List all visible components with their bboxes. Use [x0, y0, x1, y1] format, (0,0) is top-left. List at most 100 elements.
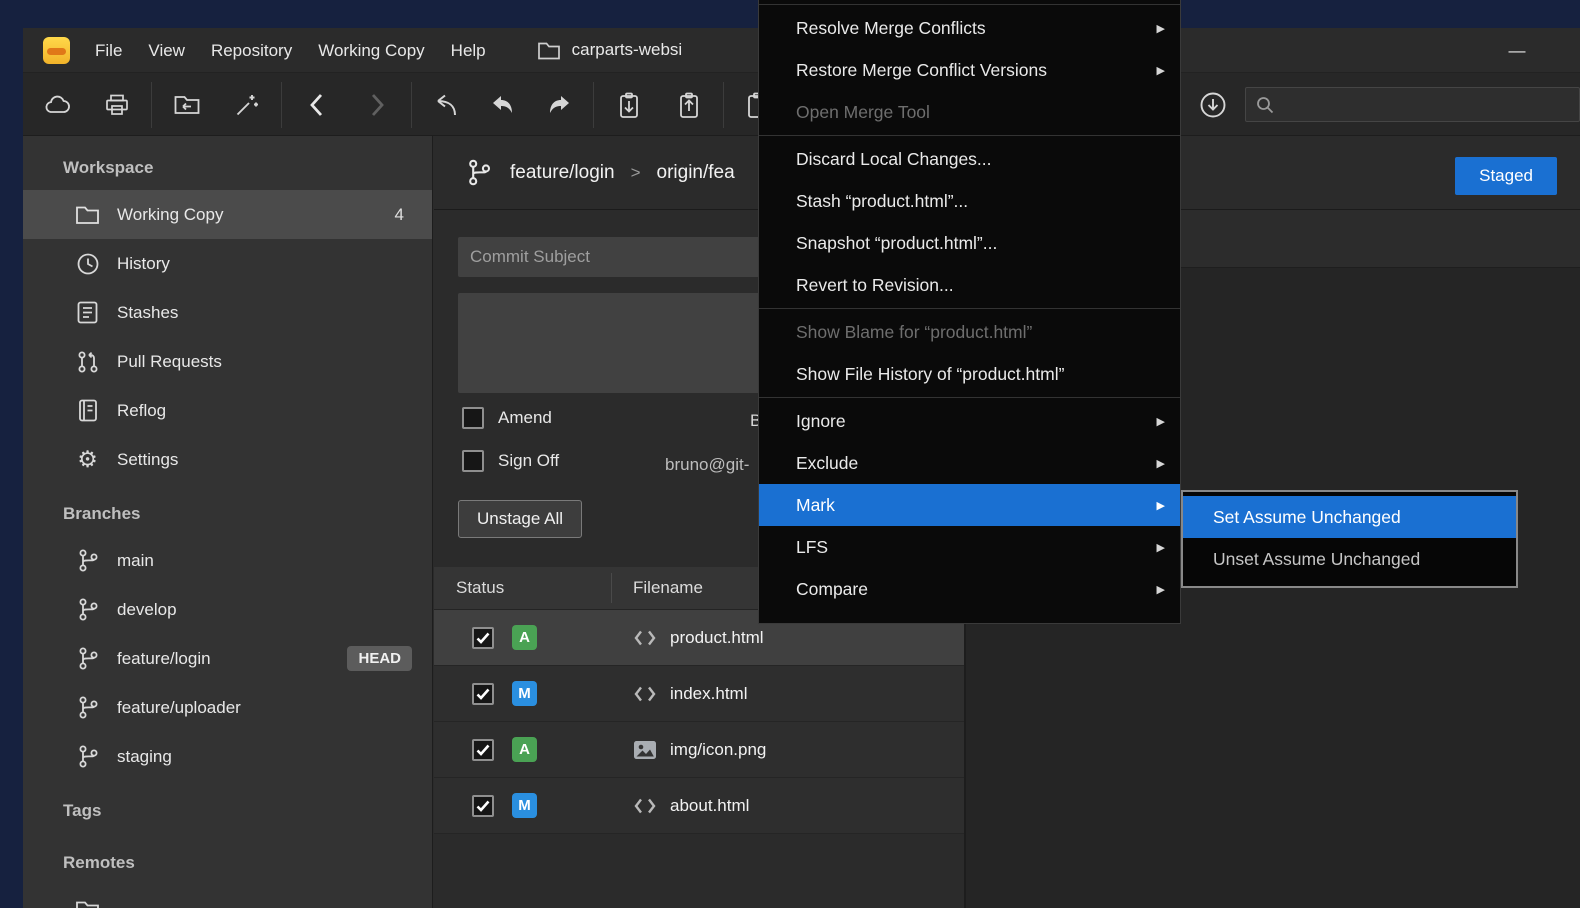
toolbar-separator	[151, 82, 152, 128]
menu-item-open-merge-tool: Open Merge Tool	[759, 91, 1180, 133]
submenu-item-set-assume-unchanged[interactable]: Set Assume Unchanged	[1183, 496, 1516, 538]
search-input[interactable]	[1282, 96, 1552, 114]
amend-label: Amend	[498, 408, 552, 428]
sidebar-item-branch-staging[interactable]: staging	[23, 732, 432, 781]
branch-icon	[75, 744, 100, 769]
search-box[interactable]	[1245, 87, 1580, 122]
sidebar-item-branch-feature-uploader[interactable]: feature/uploader	[23, 683, 432, 732]
amend-checkbox[interactable]	[462, 407, 484, 429]
upstream-branch-label: origin/fea	[657, 162, 735, 184]
sidebar-item-branch-develop[interactable]: develop	[23, 585, 432, 634]
menu-view[interactable]: View	[135, 28, 198, 73]
section-tags: Tags	[23, 789, 432, 833]
submenu-arrow-icon: ▶	[1157, 541, 1165, 554]
sidebar-item-branch-main[interactable]: main	[23, 536, 432, 585]
sidebar: Workspace Working Copy 4 History Stashes	[23, 136, 433, 908]
filename: img/icon.png	[670, 740, 766, 760]
menu-item-lfs[interactable]: LFS ▶	[759, 526, 1180, 568]
clipboard-push-icon[interactable]	[661, 80, 717, 130]
context-menu: Resolve Merge Conflicts ▶ Restore Merge …	[758, 0, 1181, 624]
download-icon[interactable]	[1185, 80, 1241, 130]
column-filename: Filename	[611, 578, 703, 598]
sidebar-item-label: Settings	[117, 450, 178, 470]
menu-repository[interactable]: Repository	[198, 28, 305, 73]
sidebar-item-label: Stashes	[117, 303, 178, 323]
menu-help[interactable]: Help	[438, 28, 499, 73]
menu-working-copy[interactable]: Working Copy	[305, 28, 437, 73]
repo-tab[interactable]: carparts-websi	[537, 38, 683, 63]
sidebar-item-label: Working Copy	[117, 205, 223, 225]
table-row[interactable]: M about.html	[434, 778, 964, 834]
sign-off-checkbox[interactable]	[462, 450, 484, 472]
clipboard-pull-icon[interactable]	[601, 80, 657, 130]
menu-file[interactable]: File	[82, 28, 135, 73]
redo-arrow-icon[interactable]	[531, 80, 587, 130]
filename: product.html	[670, 628, 764, 648]
menu-item-show-file-history[interactable]: Show File History of “product.html”	[759, 353, 1180, 395]
menu-item-restore-merge-conflict-versions[interactable]: Restore Merge Conflict Versions ▶	[759, 49, 1180, 91]
minimize-button[interactable]: —	[1494, 28, 1540, 73]
app-icon	[43, 37, 70, 64]
menu-separator	[759, 308, 1180, 309]
branch-icon	[75, 548, 100, 573]
working-copy-count-badge: 4	[395, 205, 404, 225]
file-checkbox[interactable]	[472, 795, 494, 817]
menu-item-resolve-merge-conflicts[interactable]: Resolve Merge Conflicts ▶	[759, 7, 1180, 49]
menu-item-snapshot-file[interactable]: Snapshot “product.html”...	[759, 222, 1180, 264]
folder-icon	[75, 897, 100, 908]
sidebar-item-working-copy[interactable]: Working Copy 4	[23, 190, 432, 239]
staged-button[interactable]: Staged	[1455, 157, 1557, 195]
sidebar-item-reflog[interactable]: Reflog	[23, 386, 432, 435]
submenu-arrow-icon: ▶	[1157, 64, 1165, 77]
menu-separator	[759, 397, 1180, 398]
menu-item-ignore[interactable]: Ignore ▶	[759, 400, 1180, 442]
code-file-icon	[633, 684, 657, 704]
menu-item-revert-to-revision[interactable]: Revert to Revision...	[759, 264, 1180, 306]
branch-icon	[75, 695, 100, 720]
status-badge: M	[512, 793, 537, 818]
gear-icon: ⚙	[75, 447, 100, 472]
branch-icon	[75, 646, 100, 671]
sidebar-item-history[interactable]: History	[23, 239, 432, 288]
submenu-arrow-icon: ▶	[1157, 583, 1165, 596]
sign-off-label: Sign Off	[498, 451, 559, 471]
file-checkbox[interactable]	[472, 739, 494, 761]
sidebar-item-label: Pull Requests	[117, 352, 222, 372]
checkout-arrow-icon[interactable]	[419, 80, 475, 130]
toolbar-separator	[411, 82, 412, 128]
sidebar-item-remote-partial[interactable]	[23, 885, 432, 908]
column-status: Status	[434, 578, 611, 598]
menu-item-compare[interactable]: Compare ▶	[759, 568, 1180, 610]
printer-icon[interactable]	[89, 80, 145, 130]
branch-icon	[464, 158, 494, 188]
breadcrumb-chevron: >	[631, 163, 641, 183]
sidebar-item-branch-feature-login[interactable]: feature/login HEAD	[23, 634, 432, 683]
file-checkbox[interactable]	[472, 683, 494, 705]
sign-off-row: Sign Off	[462, 450, 559, 472]
table-row[interactable]: M index.html	[434, 666, 964, 722]
sidebar-item-settings[interactable]: ⚙ Settings	[23, 435, 432, 484]
sidebar-item-stashes[interactable]: Stashes	[23, 288, 432, 337]
menu-item-stash-file[interactable]: Stash “product.html”...	[759, 180, 1180, 222]
sidebar-item-label: feature/login	[117, 649, 211, 669]
table-row[interactable]: A img/icon.png	[434, 722, 964, 778]
nav-forward-icon[interactable]	[349, 80, 405, 130]
mark-submenu: Set Assume Unchanged Unset Assume Unchan…	[1181, 490, 1518, 588]
menu-item-discard-local-changes[interactable]: Discard Local Changes...	[759, 138, 1180, 180]
submenu-item-unset-assume-unchanged[interactable]: Unset Assume Unchanged	[1183, 538, 1516, 580]
menu-separator	[759, 135, 1180, 136]
sidebar-item-label: feature/uploader	[117, 698, 241, 718]
unstage-all-button[interactable]: Unstage All	[458, 500, 582, 538]
head-badge: HEAD	[347, 646, 412, 671]
file-checkbox[interactable]	[472, 627, 494, 649]
sidebar-item-pull-requests[interactable]: Pull Requests	[23, 337, 432, 386]
folder-icon	[537, 38, 562, 63]
cloud-icon[interactable]	[29, 80, 85, 130]
sidebar-item-label: staging	[117, 747, 172, 767]
menu-item-exclude[interactable]: Exclude ▶	[759, 442, 1180, 484]
menu-item-mark[interactable]: Mark ▶	[759, 484, 1180, 526]
magic-wand-icon[interactable]	[219, 80, 275, 130]
repo-folder-icon[interactable]	[159, 80, 215, 130]
undo-arrow-icon[interactable]	[475, 80, 531, 130]
nav-back-icon[interactable]	[289, 80, 345, 130]
